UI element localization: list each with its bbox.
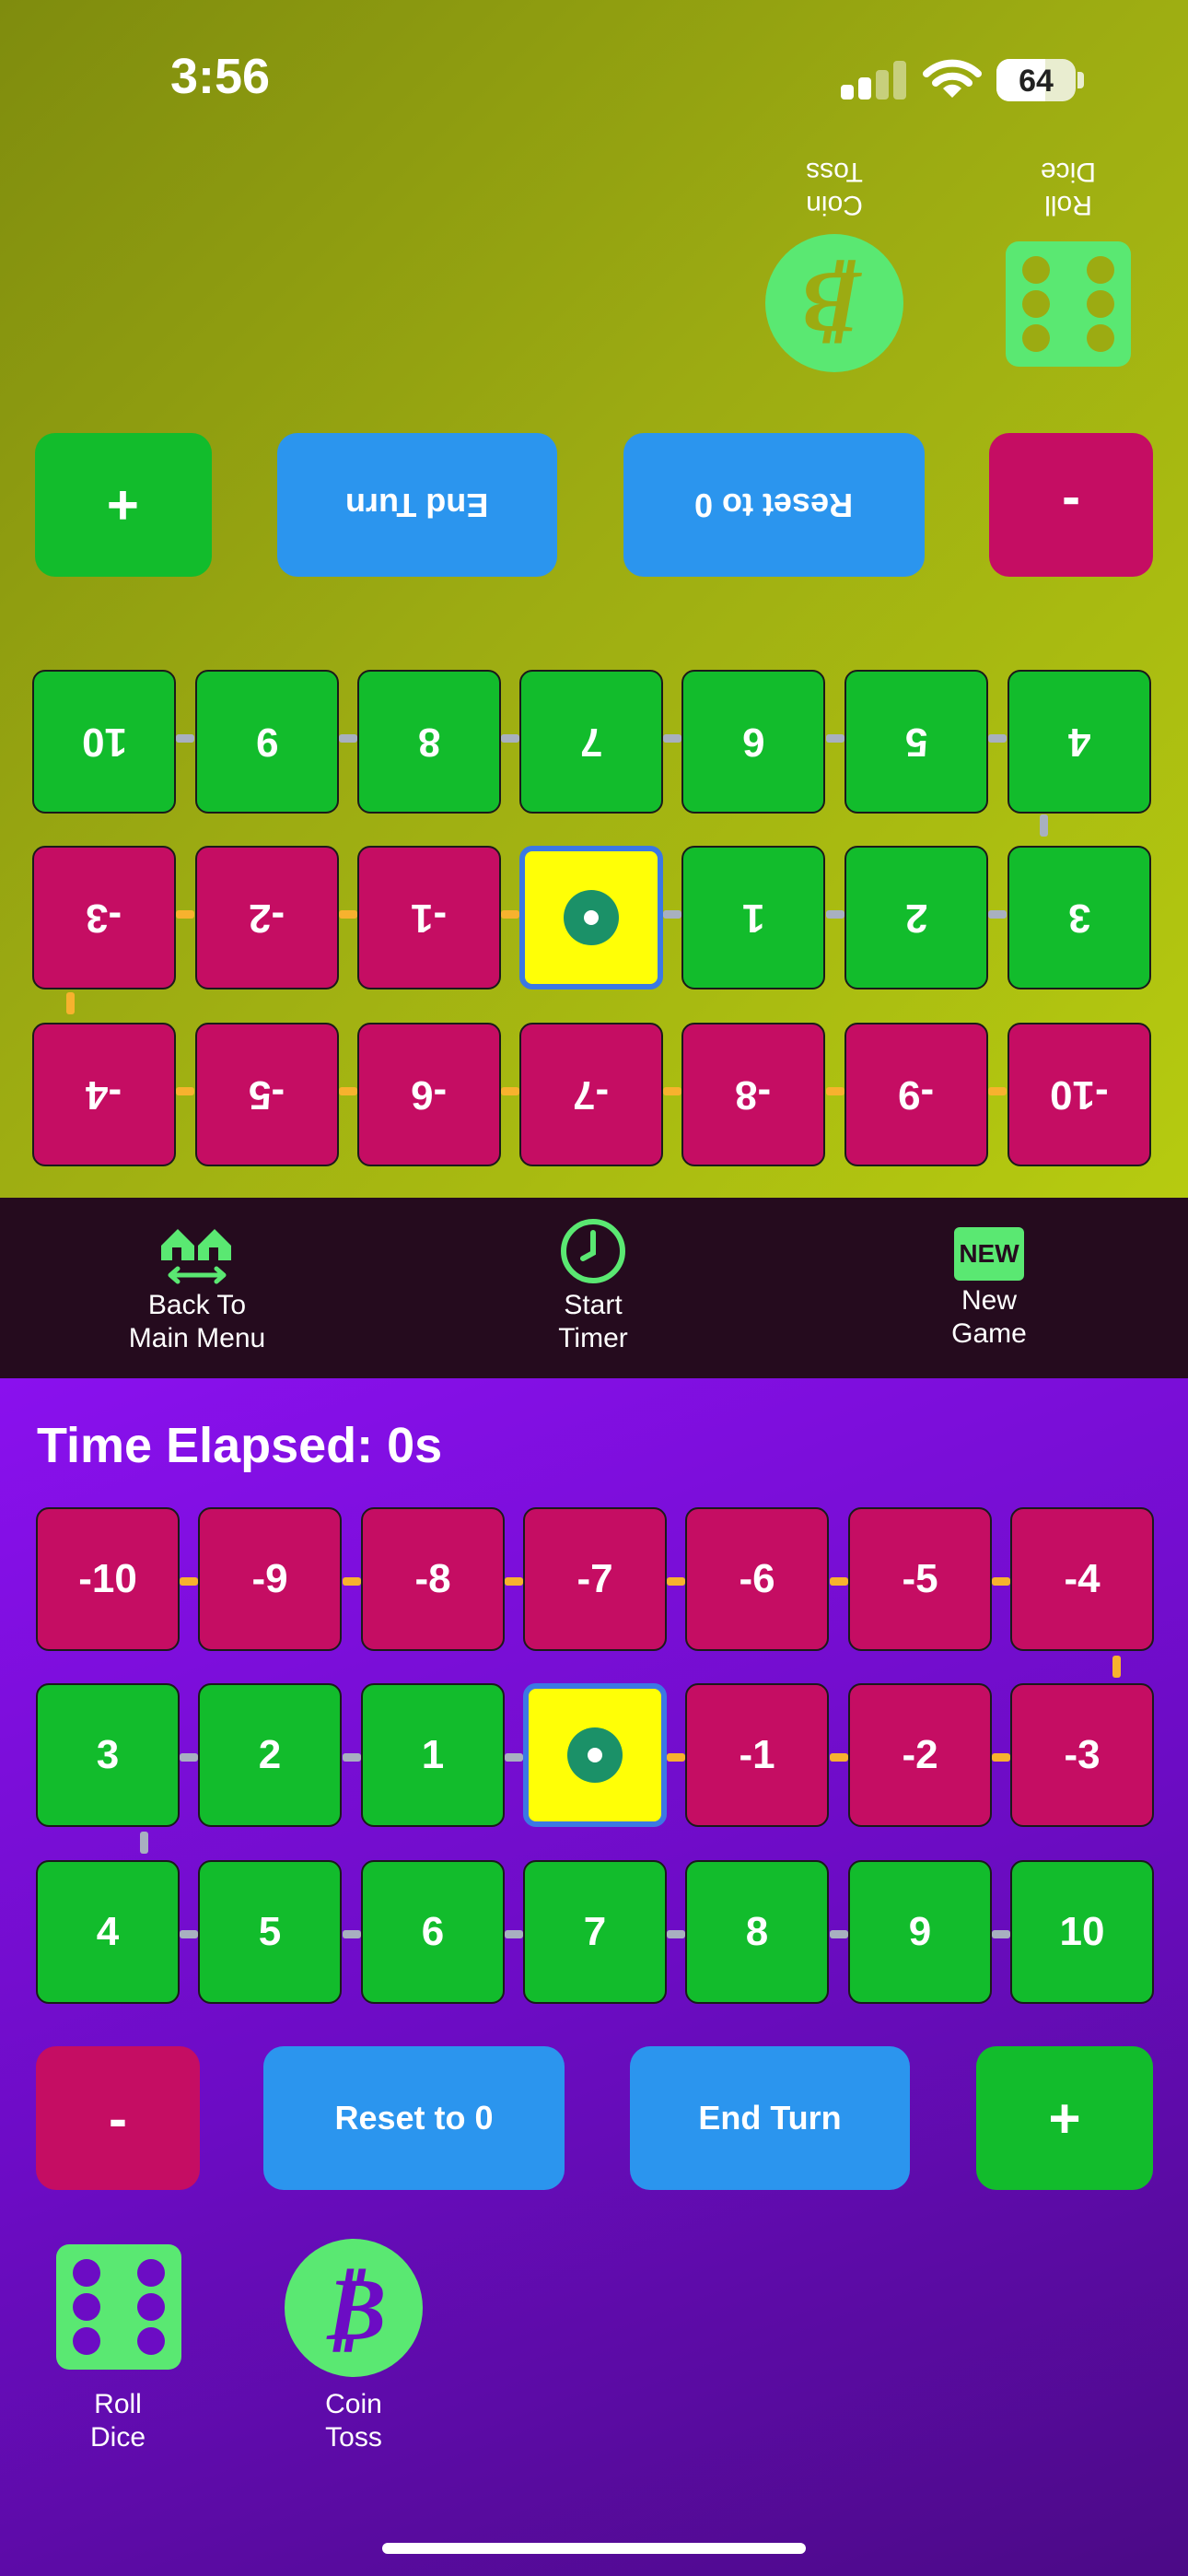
roll-dice-button[interactable] — [56, 2244, 181, 2370]
cellular-signal-icon — [841, 61, 907, 100]
top-tile[interactable]: -4 — [32, 1023, 176, 1166]
top-tile[interactable]: -8 — [681, 1023, 825, 1166]
bottom-tile[interactable]: -4 — [1010, 1507, 1154, 1651]
new-icon: NEW — [954, 1227, 1024, 1281]
top-player-area — [0, 0, 1188, 1198]
top-tile[interactable]: -3 — [32, 846, 176, 989]
top-tile[interactable]: 3 — [1007, 846, 1151, 989]
player-token-icon — [564, 890, 619, 945]
bottom-tile[interactable]: -9 — [198, 1507, 342, 1651]
top-tile[interactable]: -7 — [519, 1023, 663, 1166]
roll-dice-label: Roll Dice — [1041, 157, 1097, 220]
bottom-minus-button[interactable]: - — [36, 2046, 200, 2190]
bottom-tile[interactable]: -10 — [36, 1507, 180, 1651]
new-game-label: New Game — [951, 1285, 1027, 1349]
bottom-player-token-tile[interactable] — [523, 1683, 667, 1827]
roll-dice-label: Roll Dice — [89, 2389, 146, 2453]
coin-toss-button[interactable]: ₿ — [765, 234, 903, 372]
time-elapsed: Time Elapsed: 0s — [37, 1418, 443, 1473]
bottom-tile[interactable]: -3 — [1010, 1683, 1154, 1827]
clock-icon — [561, 1219, 625, 1283]
top-tile[interactable]: -5 — [195, 1023, 339, 1166]
top-tile[interactable]: 1 — [681, 846, 825, 989]
top-end-turn-button[interactable]: End Turn — [277, 433, 557, 577]
bottom-tile[interactable]: -6 — [685, 1507, 829, 1651]
back-to-main-menu-label: Back To Main Menu — [128, 1290, 266, 1353]
start-timer-label: Start Timer — [558, 1290, 628, 1353]
bottom-plus-button[interactable]: + — [976, 2046, 1153, 2190]
bottom-tile[interactable]: 3 — [36, 1683, 180, 1827]
new-game-button[interactable]: NEW New Game — [869, 1218, 1109, 1351]
top-tile[interactable]: -9 — [844, 1023, 988, 1166]
bottom-tile[interactable]: -5 — [848, 1507, 992, 1651]
top-tile[interactable]: -10 — [1007, 1023, 1151, 1166]
coin-toss-button[interactable]: ₿ — [285, 2239, 423, 2377]
bottom-tile[interactable]: -8 — [361, 1507, 505, 1651]
bitcoin-icon: ₿ — [801, 251, 868, 356]
bottom-tile[interactable]: 4 — [36, 1860, 180, 2004]
top-tile[interactable]: 8 — [357, 670, 501, 814]
bottom-tile[interactable]: -1 — [685, 1683, 829, 1827]
coin-toss-label: Coin Toss — [806, 157, 863, 220]
bottom-tile[interactable]: 1 — [361, 1683, 505, 1827]
bottom-tile[interactable]: 10 — [1010, 1860, 1154, 2004]
back-to-main-menu-button[interactable]: Back To Main Menu — [77, 1218, 317, 1355]
coin-toss-label: Coin Toss — [325, 2389, 382, 2453]
player-token-icon — [567, 1727, 623, 1783]
top-tile[interactable]: -2 — [195, 846, 339, 989]
top-reset-button[interactable]: Reset to 0 — [623, 433, 925, 577]
bottom-tile[interactable]: 6 — [361, 1860, 505, 2004]
top-tile[interactable]: -6 — [357, 1023, 501, 1166]
top-tile[interactable]: 9 — [195, 670, 339, 814]
wifi-icon — [923, 59, 982, 98]
top-tile[interactable]: 4 — [1007, 670, 1151, 814]
top-tile[interactable]: 5 — [844, 670, 988, 814]
status-time: 3:56 — [170, 49, 271, 104]
top-tile[interactable]: 10 — [32, 670, 176, 814]
top-player-token-tile[interactable] — [519, 846, 663, 989]
bottom-end-turn-button[interactable]: End Turn — [630, 2046, 910, 2190]
bottom-tile[interactable]: 8 — [685, 1860, 829, 2004]
roll-dice-button[interactable] — [1006, 241, 1131, 367]
bottom-tile[interactable]: 9 — [848, 1860, 992, 2004]
top-tile[interactable]: -1 — [357, 846, 501, 989]
bottom-tile[interactable]: -2 — [848, 1683, 992, 1827]
battery-level: 64 — [1019, 64, 1054, 99]
bottom-tile[interactable]: 5 — [198, 1860, 342, 2004]
home-indicator[interactable] — [382, 2543, 806, 2554]
bottom-tile[interactable]: 7 — [523, 1860, 667, 2004]
bottom-reset-button[interactable]: Reset to 0 — [263, 2046, 565, 2190]
bottom-tile[interactable]: 2 — [198, 1683, 342, 1827]
top-tile[interactable]: 6 — [681, 670, 825, 814]
top-tile[interactable]: 2 — [844, 846, 988, 989]
battery-icon: 64 — [996, 59, 1076, 101]
bottom-tile[interactable]: -7 — [523, 1507, 667, 1651]
bitcoin-icon: ₿ — [320, 2255, 387, 2360]
top-plus-button[interactable]: + — [35, 433, 212, 577]
top-minus-button[interactable]: - — [989, 433, 1153, 577]
top-tile[interactable]: 7 — [519, 670, 663, 814]
home-icon — [161, 1229, 231, 1284]
start-timer-button[interactable]: Start Timer — [473, 1218, 713, 1355]
